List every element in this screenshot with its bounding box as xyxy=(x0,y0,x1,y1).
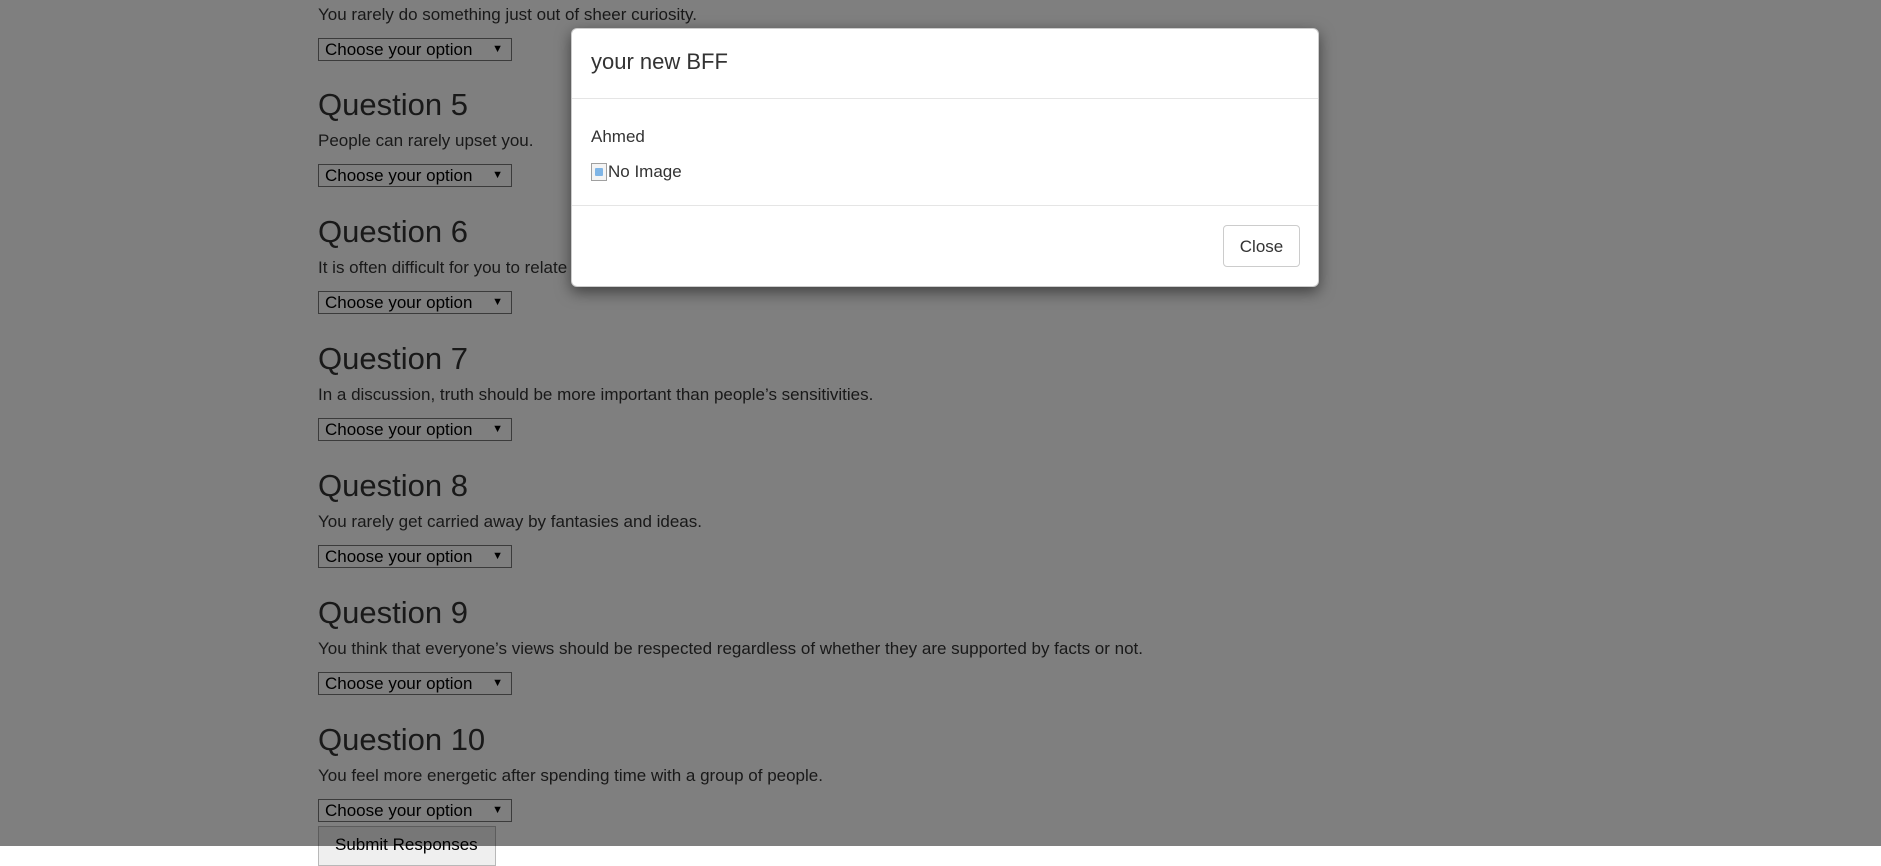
friend-name: Ahmed xyxy=(591,127,645,146)
bff-modal: your new BFF Ahmed No Image Close xyxy=(571,28,1319,287)
modal-body: Ahmed No Image xyxy=(572,99,1318,206)
modal-title: your new BFF xyxy=(591,49,728,74)
friend-image: No Image xyxy=(591,161,682,183)
modal-header: your new BFF xyxy=(572,29,1318,99)
broken-image-icon xyxy=(591,163,607,181)
modal-footer: Close xyxy=(572,206,1318,288)
image-alt-text: No Image xyxy=(608,162,682,181)
close-button[interactable]: Close xyxy=(1223,225,1300,267)
